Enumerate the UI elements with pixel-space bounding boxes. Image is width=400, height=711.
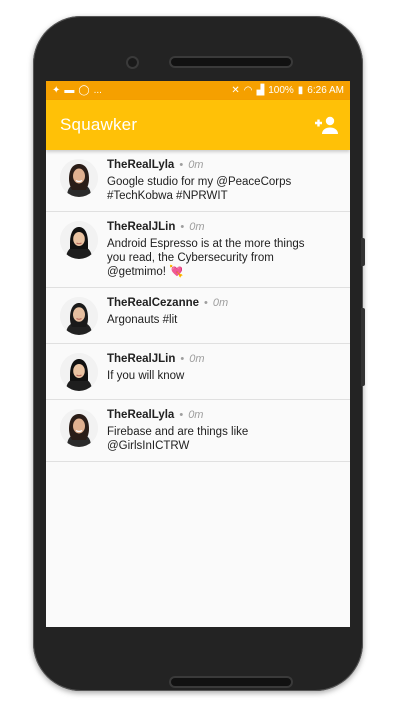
wifi-icon: ◠ [243, 84, 253, 96]
power-button [361, 238, 365, 266]
bottom-speaker [171, 678, 291, 686]
message-text: Argonauts #lit [107, 314, 178, 326]
avatar [60, 353, 98, 391]
message-content: TheRealLyla • 0m Firebase and are things… [107, 408, 340, 453]
profile-photo [60, 409, 98, 447]
bird-notification-icon: ✦ [52, 84, 61, 96]
front-camera [128, 58, 137, 67]
more-notifications: ... [93, 85, 102, 96]
battery-percent: 100% [268, 85, 294, 96]
profile-photo [60, 159, 98, 197]
profile-photo [60, 353, 98, 391]
profile-photo [60, 297, 98, 335]
signal-icon: ▟ [256, 84, 265, 96]
status-bar: ✦ ▬ ◯ ... ✕ ◠ ▟ 100% ▮ 6:26 AM [46, 81, 350, 100]
author-name: TheRealJLin [107, 353, 176, 365]
message-header: TheRealJLin • 0m [107, 353, 340, 365]
profile-photo [60, 221, 98, 259]
message-text: Firebase and are things like @GirlsInICT… [107, 426, 249, 452]
separator-dot: • [204, 297, 208, 309]
message-text: If you will know [107, 370, 185, 382]
separator-dot: • [179, 159, 184, 171]
avatar [60, 159, 98, 197]
screen: ✦ ▬ ◯ ... ✕ ◠ ▟ 100% ▮ 6:26 AM Squawker [46, 81, 350, 627]
status-right: ✕ ◠ ▟ 100% ▮ 6:26 AM [231, 85, 344, 96]
timestamp: 0m [188, 159, 204, 171]
message-content: TheRealLyla • 0m Google studio for my @P… [107, 158, 340, 203]
top-speaker [171, 58, 291, 66]
timestamp: 0m [188, 409, 204, 421]
timestamp: 0m [189, 353, 205, 365]
timestamp: 0m [189, 221, 205, 233]
clock: 6:26 AM [307, 85, 344, 96]
message-header: TheRealLyla • 0m [107, 409, 340, 421]
message-text: Android Espresso is at the more things y… [107, 238, 305, 278]
person-add-icon [315, 116, 338, 134]
whatsapp-notification-icon: ◯ [78, 84, 90, 96]
author-name: TheRealLyla [107, 159, 175, 171]
battery-icon: ▮ [297, 84, 304, 96]
dashes-notification-icon: ▬ [64, 84, 75, 96]
app-title: Squawker [60, 115, 138, 134]
status-left: ✦ ▬ ◯ ... [52, 85, 102, 96]
volume-button [361, 308, 365, 386]
message-header: TheRealLyla • 0m [107, 159, 340, 171]
message-list[interactable]: TheRealLyla • 0m Google studio for my @P… [46, 150, 350, 462]
separator-dot: • [180, 353, 185, 365]
message-header: TheRealCezanne • 0m [107, 297, 340, 309]
message-content: TheRealJLin • 0m Android Espresso is at … [107, 220, 340, 279]
author-name: TheRealLyla [107, 409, 175, 421]
avatar [60, 409, 98, 447]
author-name: TheRealCezanne [107, 297, 200, 309]
timestamp: 0m [212, 297, 229, 309]
avatar [60, 297, 98, 335]
message-item[interactable]: TheRealLyla • 0m Google studio for my @P… [46, 150, 350, 212]
message-text: Google studio for my @PeaceCorps #TechKo… [107, 176, 292, 202]
message-item[interactable]: TheRealCezanne • 0m Argonauts #lit [46, 288, 350, 344]
message-item[interactable]: TheRealJLin • 0m Android Espresso is at … [46, 212, 350, 288]
separator-dot: • [179, 409, 184, 421]
message-content: TheRealCezanne • 0m Argonauts #lit [107, 296, 340, 327]
author-name: TheRealJLin [107, 221, 176, 233]
avatar [60, 221, 98, 259]
separator-dot: • [180, 221, 185, 233]
mute-icon: ✕ [231, 84, 240, 96]
message-content: TheRealJLin • 0m If you will know [107, 352, 340, 383]
message-header: TheRealJLin • 0m [107, 221, 340, 233]
message-item[interactable]: TheRealLyla • 0m Firebase and are things… [46, 400, 350, 462]
message-item[interactable]: TheRealJLin • 0m If you will know [46, 344, 350, 400]
app-bar: Squawker [46, 100, 350, 150]
add-person-button[interactable] [312, 113, 340, 137]
